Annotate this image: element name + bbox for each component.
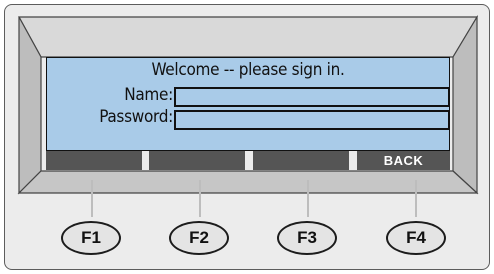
- name-row: Name:: [47, 85, 451, 107]
- softkey-3[interactable]: [253, 151, 349, 170]
- f3-key[interactable]: F3: [277, 221, 337, 255]
- name-field[interactable]: [174, 87, 450, 107]
- lcd-screen: Welcome -- please sign in. Name: Passwor…: [46, 57, 450, 151]
- key-connector-4: [415, 180, 417, 217]
- key-connector-2: [199, 180, 201, 217]
- softkey-1[interactable]: [46, 151, 142, 170]
- password-label: Password:: [99, 107, 173, 127]
- softkey-back[interactable]: BACK: [357, 151, 450, 170]
- f4-key[interactable]: F4: [386, 221, 446, 255]
- password-row: Password:: [47, 107, 451, 130]
- key-connector-3: [307, 180, 309, 217]
- softkey-2[interactable]: [149, 151, 245, 170]
- softkey-bar: BACK: [46, 151, 450, 170]
- password-field[interactable]: [174, 110, 450, 130]
- key-connector-1: [91, 180, 93, 217]
- f1-key[interactable]: F1: [61, 221, 121, 255]
- welcome-message: Welcome -- please sign in.: [151, 60, 345, 80]
- name-label: Name:: [124, 85, 173, 105]
- f2-key[interactable]: F2: [169, 221, 229, 255]
